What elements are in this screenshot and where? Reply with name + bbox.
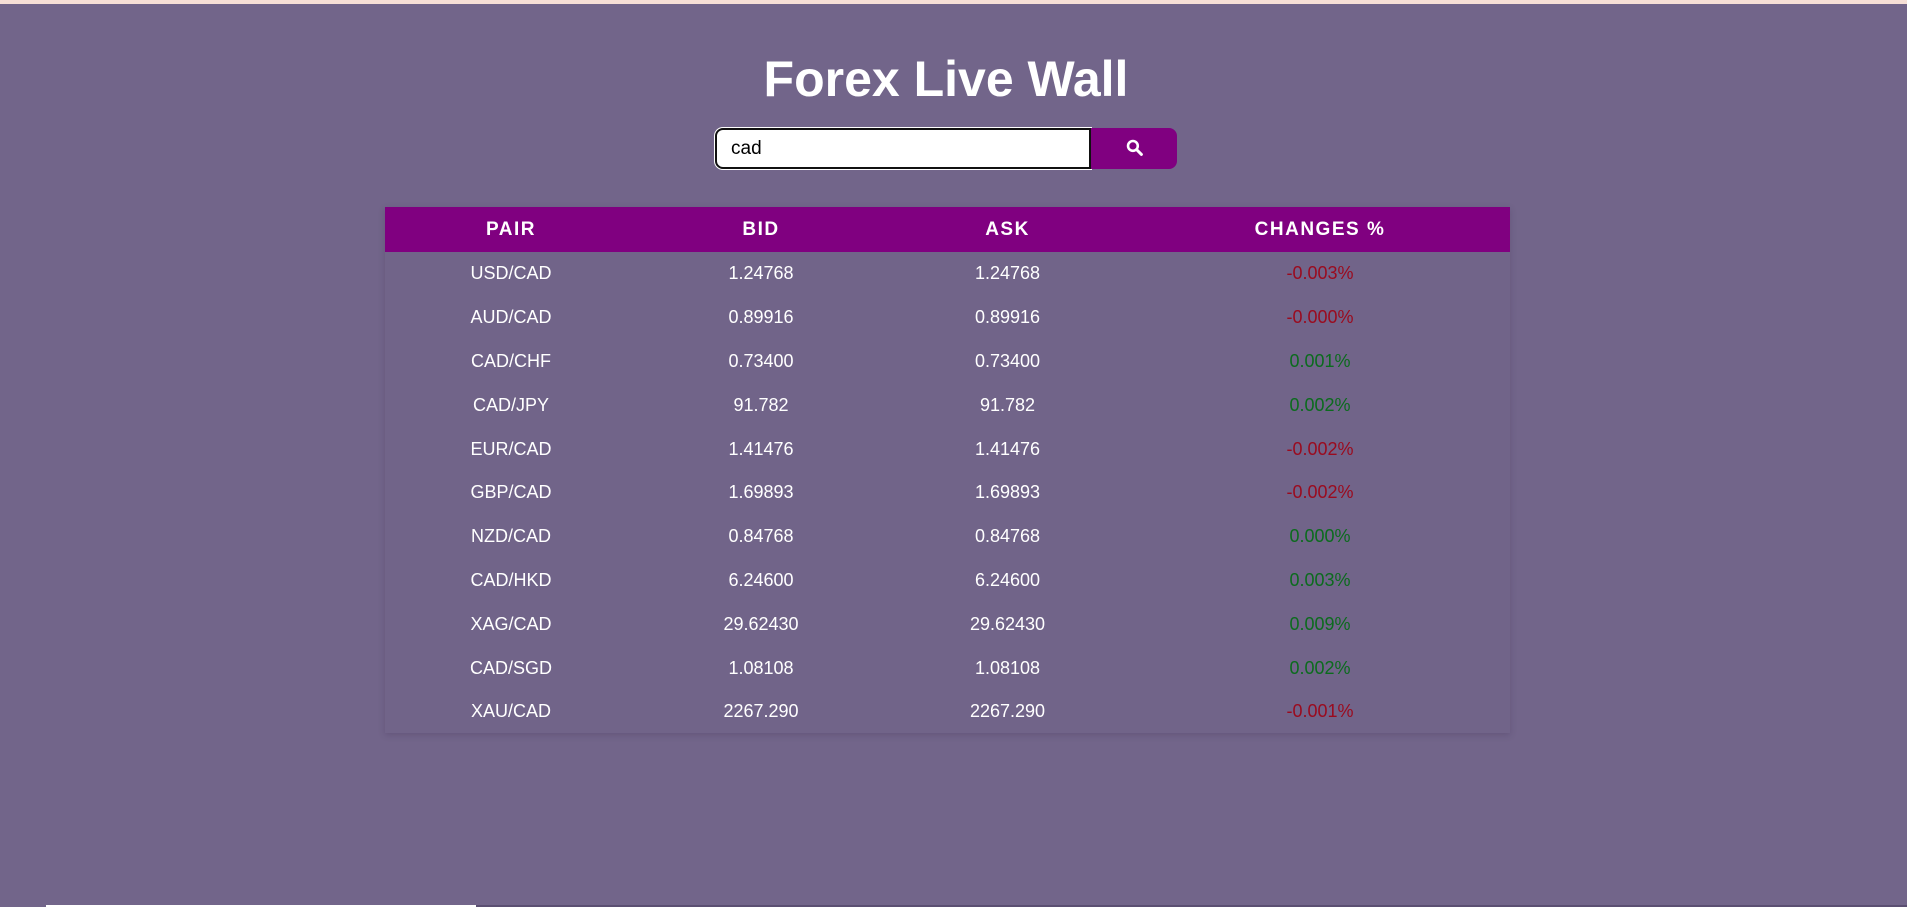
bid-cell: 0.73400 [728, 350, 794, 371]
forex-rates-table: PAIR BID ASK CHANGES % USD/CAD 1.24768 1.2… [385, 207, 1510, 733]
table-row[interactable]: GBP/CAD 1.69893 1.69893 -0.002% [385, 471, 1510, 515]
table-row[interactable]: CAD/SGD 1.08108 1.08108 0.002% [385, 646, 1510, 690]
pair-cell: GBP/CAD [470, 482, 552, 503]
change-cell: 0.009% [1289, 613, 1351, 634]
table-row[interactable]: XAU/CAD 2267.290 2267.290 -0.001% [385, 690, 1510, 734]
column-header-ask[interactable]: ASK [885, 207, 1130, 252]
bid-cell: 29.62430 [723, 613, 799, 634]
bid-cell: 91.782 [733, 394, 789, 415]
table-row[interactable]: EUR/CAD 1.41476 1.41476 -0.002% [385, 427, 1510, 471]
change-cell: -0.000% [1286, 307, 1354, 328]
table-row[interactable]: CAD/JPY 91.782 91.782 0.002% [385, 383, 1510, 427]
ask-cell: 29.62430 [969, 613, 1046, 634]
table-row[interactable]: NZD/CAD 0.84768 0.84768 0.000% [385, 515, 1510, 559]
table-body: USD/CAD 1.24768 1.24768 -0.003% AUD/CAD 0.899… [385, 252, 1510, 734]
pair-cell: CAD/HKD [470, 569, 552, 590]
ask-cell: 0.89916 [974, 307, 1041, 328]
ask-cell: 1.08108 [974, 657, 1041, 678]
bid-cell: 2267.290 [723, 701, 799, 722]
bid-cell: 1.41476 [728, 438, 794, 459]
change-cell: -0.002% [1286, 438, 1354, 459]
change-cell: 0.003% [1289, 569, 1351, 590]
pair-cell: CAD/CHF [471, 350, 551, 371]
ask-cell: 0.73400 [974, 350, 1041, 371]
change-cell: 0.001% [1289, 350, 1351, 371]
table-header-row: PAIR BID ASK CHANGES % [385, 207, 1510, 252]
column-header-pair[interactable]: PAIR [385, 207, 637, 252]
table-row[interactable]: AUD/CAD 0.89916 0.89916 -0.000% [385, 296, 1510, 340]
pair-cell: XAU/CAD [470, 701, 551, 722]
pair-cell: XAG/CAD [470, 613, 552, 634]
pair-cell: AUD/CAD [470, 307, 552, 328]
ask-cell: 6.24600 [974, 569, 1041, 590]
ask-cell: 0.84768 [974, 526, 1041, 547]
bid-cell: 1.08108 [728, 657, 794, 678]
bid-cell: 0.84768 [728, 526, 794, 547]
bid-cell: 6.24600 [728, 569, 794, 590]
table-row[interactable]: CAD/HKD 6.24600 6.24600 0.003% [385, 559, 1510, 603]
page-title: Forex Live Wall [763, 51, 1129, 107]
ask-cell: 1.24768 [974, 263, 1041, 284]
bid-cell: 1.69893 [728, 482, 794, 503]
search-button[interactable] [1091, 128, 1177, 169]
search-bar [715, 128, 1177, 169]
table-row[interactable]: CAD/CHF 0.73400 0.73400 0.001% [385, 340, 1510, 384]
pair-cell: EUR/CAD [470, 438, 552, 459]
change-cell: 0.002% [1289, 394, 1351, 415]
pair-cell: USD/CAD [470, 263, 552, 284]
change-cell: 0.000% [1289, 526, 1351, 547]
table-row[interactable]: USD/CAD 1.24768 1.24768 -0.003% [385, 252, 1510, 296]
table-row[interactable]: XAG/CAD 29.62430 29.62430 0.009% [385, 602, 1510, 646]
bid-cell: 0.89916 [728, 307, 794, 328]
ask-cell: 1.69893 [974, 482, 1041, 503]
column-header-bid[interactable]: BID [637, 207, 885, 252]
search-input[interactable] [715, 128, 1091, 169]
search-icon [1126, 139, 1143, 159]
pair-cell: NZD/CAD [471, 526, 551, 547]
pair-cell: CAD/JPY [472, 394, 550, 415]
change-cell: 0.002% [1289, 657, 1351, 678]
column-header-changes[interactable]: CHANGES % [1130, 207, 1510, 252]
change-cell: -0.002% [1286, 482, 1354, 503]
ask-cell: 91.782 [979, 394, 1036, 415]
pair-cell: CAD/SGD [469, 657, 552, 678]
ask-cell: 2267.290 [969, 701, 1046, 722]
top-border-strip [0, 0, 1907, 4]
bid-cell: 1.24768 [728, 263, 794, 284]
change-cell: -0.003% [1286, 263, 1354, 284]
ask-cell: 1.41476 [974, 438, 1041, 459]
change-cell: -0.001% [1286, 701, 1354, 722]
